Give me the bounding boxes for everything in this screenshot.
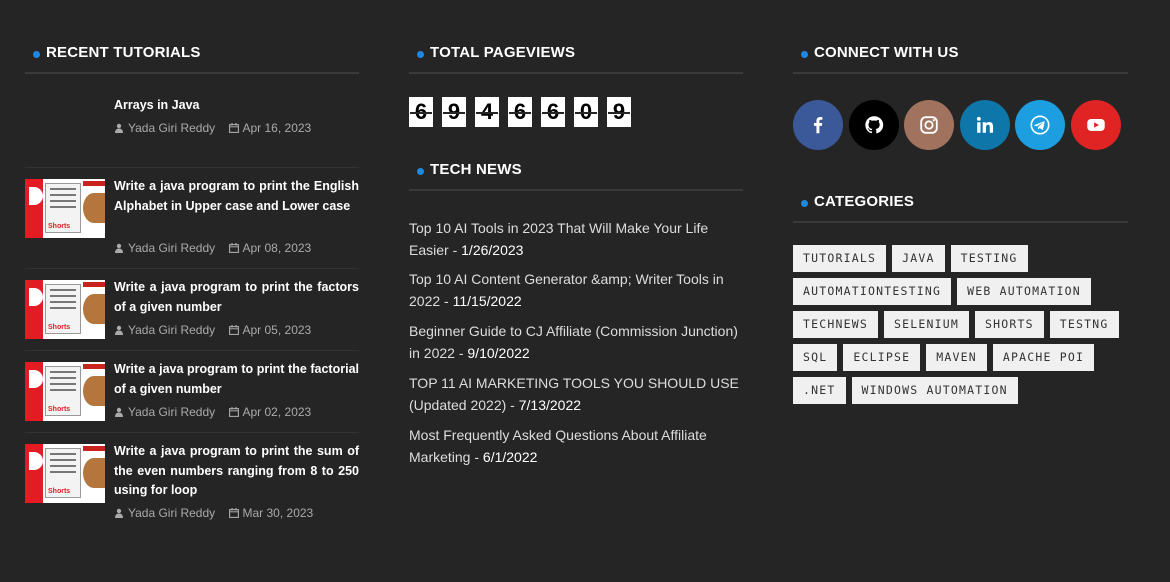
user-icon — [114, 507, 124, 518]
calendar-icon — [228, 242, 239, 253]
post-title[interactable]: Write a java program to print the sum of… — [114, 442, 359, 501]
category-tag[interactable]: .NET — [793, 377, 846, 404]
bullet-dot-icon — [33, 51, 40, 58]
facebook-icon[interactable] — [793, 100, 843, 150]
linkedin-icon[interactable] — [959, 100, 1010, 150]
post-author[interactable]: Yada Giri Reddy — [128, 241, 215, 255]
news-link[interactable]: Top 10 AI Tools in 2023 That Will Make Y… — [409, 220, 708, 258]
instagram-icon[interactable] — [904, 100, 954, 150]
category-tag[interactable]: APACHE POI — [992, 344, 1095, 371]
category-tag[interactable]: JAVA — [892, 245, 945, 272]
bullet-dot-icon — [417, 168, 424, 175]
user-icon — [114, 324, 124, 335]
category-tag[interactable]: ECLIPSE — [843, 344, 921, 371]
telegram-icon[interactable] — [1015, 100, 1065, 150]
widget-title: RECENT TUTORIALS — [25, 42, 359, 74]
news-date: 1/26/2023 — [461, 242, 524, 258]
bullet-dot-icon — [417, 51, 424, 58]
news-item[interactable]: Top 10 AI Content Generator &amp; Writer… — [409, 268, 743, 312]
news-date: 9/10/2022 — [467, 345, 530, 361]
post-title[interactable]: Write a java program to print the factor… — [114, 360, 359, 399]
calendar-icon — [228, 324, 239, 335]
post-item[interactable]: Shorts Write a java program to print the… — [25, 167, 359, 259]
widget-title: TOTAL PAGEVIEWS — [409, 42, 743, 74]
news-item[interactable]: Most Frequently Asked Questions About Af… — [409, 424, 743, 468]
category-tag[interactable]: TUTORIALS — [793, 245, 887, 272]
calendar-icon — [228, 122, 239, 133]
counter-digit: 6 — [541, 97, 565, 127]
post-title[interactable]: Write a java program to print the factor… — [114, 278, 359, 317]
news-date: 7/13/2022 — [518, 397, 582, 413]
post-date: Apr 16, 2023 — [242, 121, 312, 135]
counter-digit: 6 — [409, 97, 433, 127]
post-author[interactable]: Yada Giri Reddy — [128, 405, 215, 419]
widget-title: CONNECT WITH US — [793, 42, 1128, 74]
widget-title: TECH NEWS — [409, 159, 743, 191]
post-meta: Yada Giri Reddy Mar 30, 2023 — [114, 506, 313, 520]
post-thumbnail[interactable]: Shorts — [25, 179, 105, 238]
post-item[interactable]: Shorts Write a java program to print the… — [25, 432, 359, 527]
category-tag[interactable]: SHORTS — [975, 311, 1044, 338]
post-date: Apr 02, 2023 — [242, 405, 312, 419]
post-meta: Yada Giri Reddy Apr 02, 2023 — [114, 405, 311, 419]
news-date: 11/15/2022 — [452, 293, 522, 309]
category-tag[interactable]: MAVEN — [926, 344, 987, 371]
calendar-icon — [228, 507, 239, 518]
post-meta: Yada Giri Reddy Apr 16, 2023 — [114, 121, 311, 135]
pageview-counter: 6 9 4 6 6 0 9 — [409, 97, 640, 127]
post-title[interactable]: Arrays in Java — [114, 96, 359, 116]
bullet-dot-icon — [801, 200, 808, 207]
post-item[interactable]: Shorts Write a java program to print the… — [25, 268, 359, 348]
category-tag[interactable]: WEB AUTOMATION — [957, 278, 1091, 305]
news-date: 6/1/2022 — [482, 449, 538, 465]
post-meta: Yada Giri Reddy Apr 05, 2023 — [114, 323, 311, 337]
post-item[interactable]: Shorts Write a java program to print the… — [25, 350, 359, 430]
post-author[interactable]: Yada Giri Reddy — [128, 323, 215, 337]
counter-digit: 6 — [508, 97, 532, 127]
youtube-icon[interactable] — [1070, 100, 1121, 150]
widget-title: CATEGORIES — [793, 191, 1128, 223]
category-tags: TUTORIALS JAVA TESTING AUTOMATIONTESTING… — [793, 245, 1128, 410]
news-link[interactable]: Most Frequently Asked Questions About Af… — [409, 427, 707, 465]
category-tag[interactable]: SELENIUM — [884, 311, 969, 338]
post-date: Mar 30, 2023 — [242, 506, 314, 520]
category-tag[interactable]: WINDOWS AUTOMATION — [851, 377, 1018, 404]
footer: RECENT TUTORIALS Arrays in Java Yada Gir… — [0, 0, 1170, 582]
post-thumbnail[interactable]: Shorts — [25, 280, 105, 339]
bullet-dot-icon — [801, 51, 808, 58]
counter-digit: 4 — [475, 97, 499, 127]
news-link[interactable]: Beginner Guide to CJ Affiliate (Commissi… — [409, 323, 738, 361]
social-links — [793, 100, 1126, 150]
category-tag[interactable]: TESTING — [950, 245, 1028, 272]
calendar-icon — [228, 406, 239, 417]
counter-digit: 0 — [574, 97, 598, 127]
category-tag[interactable]: SQL — [793, 344, 838, 371]
news-item[interactable]: Beginner Guide to CJ Affiliate (Commissi… — [409, 320, 743, 364]
counter-digit: 9 — [442, 97, 466, 127]
post-thumbnail[interactable]: Shorts — [25, 362, 105, 421]
post-item[interactable]: Arrays in Java Yada Giri Reddy Apr 16, 2… — [25, 96, 359, 166]
user-icon — [114, 122, 124, 133]
post-title[interactable]: Write a java program to print the Englis… — [114, 177, 359, 216]
category-tag[interactable]: TESTNG — [1049, 311, 1119, 338]
post-meta: Yada Giri Reddy Apr 08, 2023 — [114, 241, 311, 255]
category-tag[interactable]: AUTOMATIONTESTING — [793, 278, 952, 305]
user-icon — [114, 406, 124, 417]
post-thumbnail[interactable]: Shorts — [25, 444, 105, 503]
post-author[interactable]: Yada Giri Reddy — [128, 121, 215, 135]
category-tag[interactable]: TECHNEWS — [793, 311, 878, 338]
news-item[interactable]: TOP 11 AI MARKETING TOOLS YOU SHOULD USE… — [409, 372, 743, 416]
post-author[interactable]: Yada Giri Reddy — [128, 506, 215, 520]
user-icon — [114, 242, 124, 253]
counter-digit: 9 — [607, 97, 631, 127]
post-date: Apr 08, 2023 — [242, 241, 312, 255]
post-date: Apr 05, 2023 — [242, 323, 312, 337]
github-icon[interactable] — [848, 100, 899, 150]
news-item[interactable]: Top 10 AI Tools in 2023 That Will Make Y… — [409, 217, 743, 261]
